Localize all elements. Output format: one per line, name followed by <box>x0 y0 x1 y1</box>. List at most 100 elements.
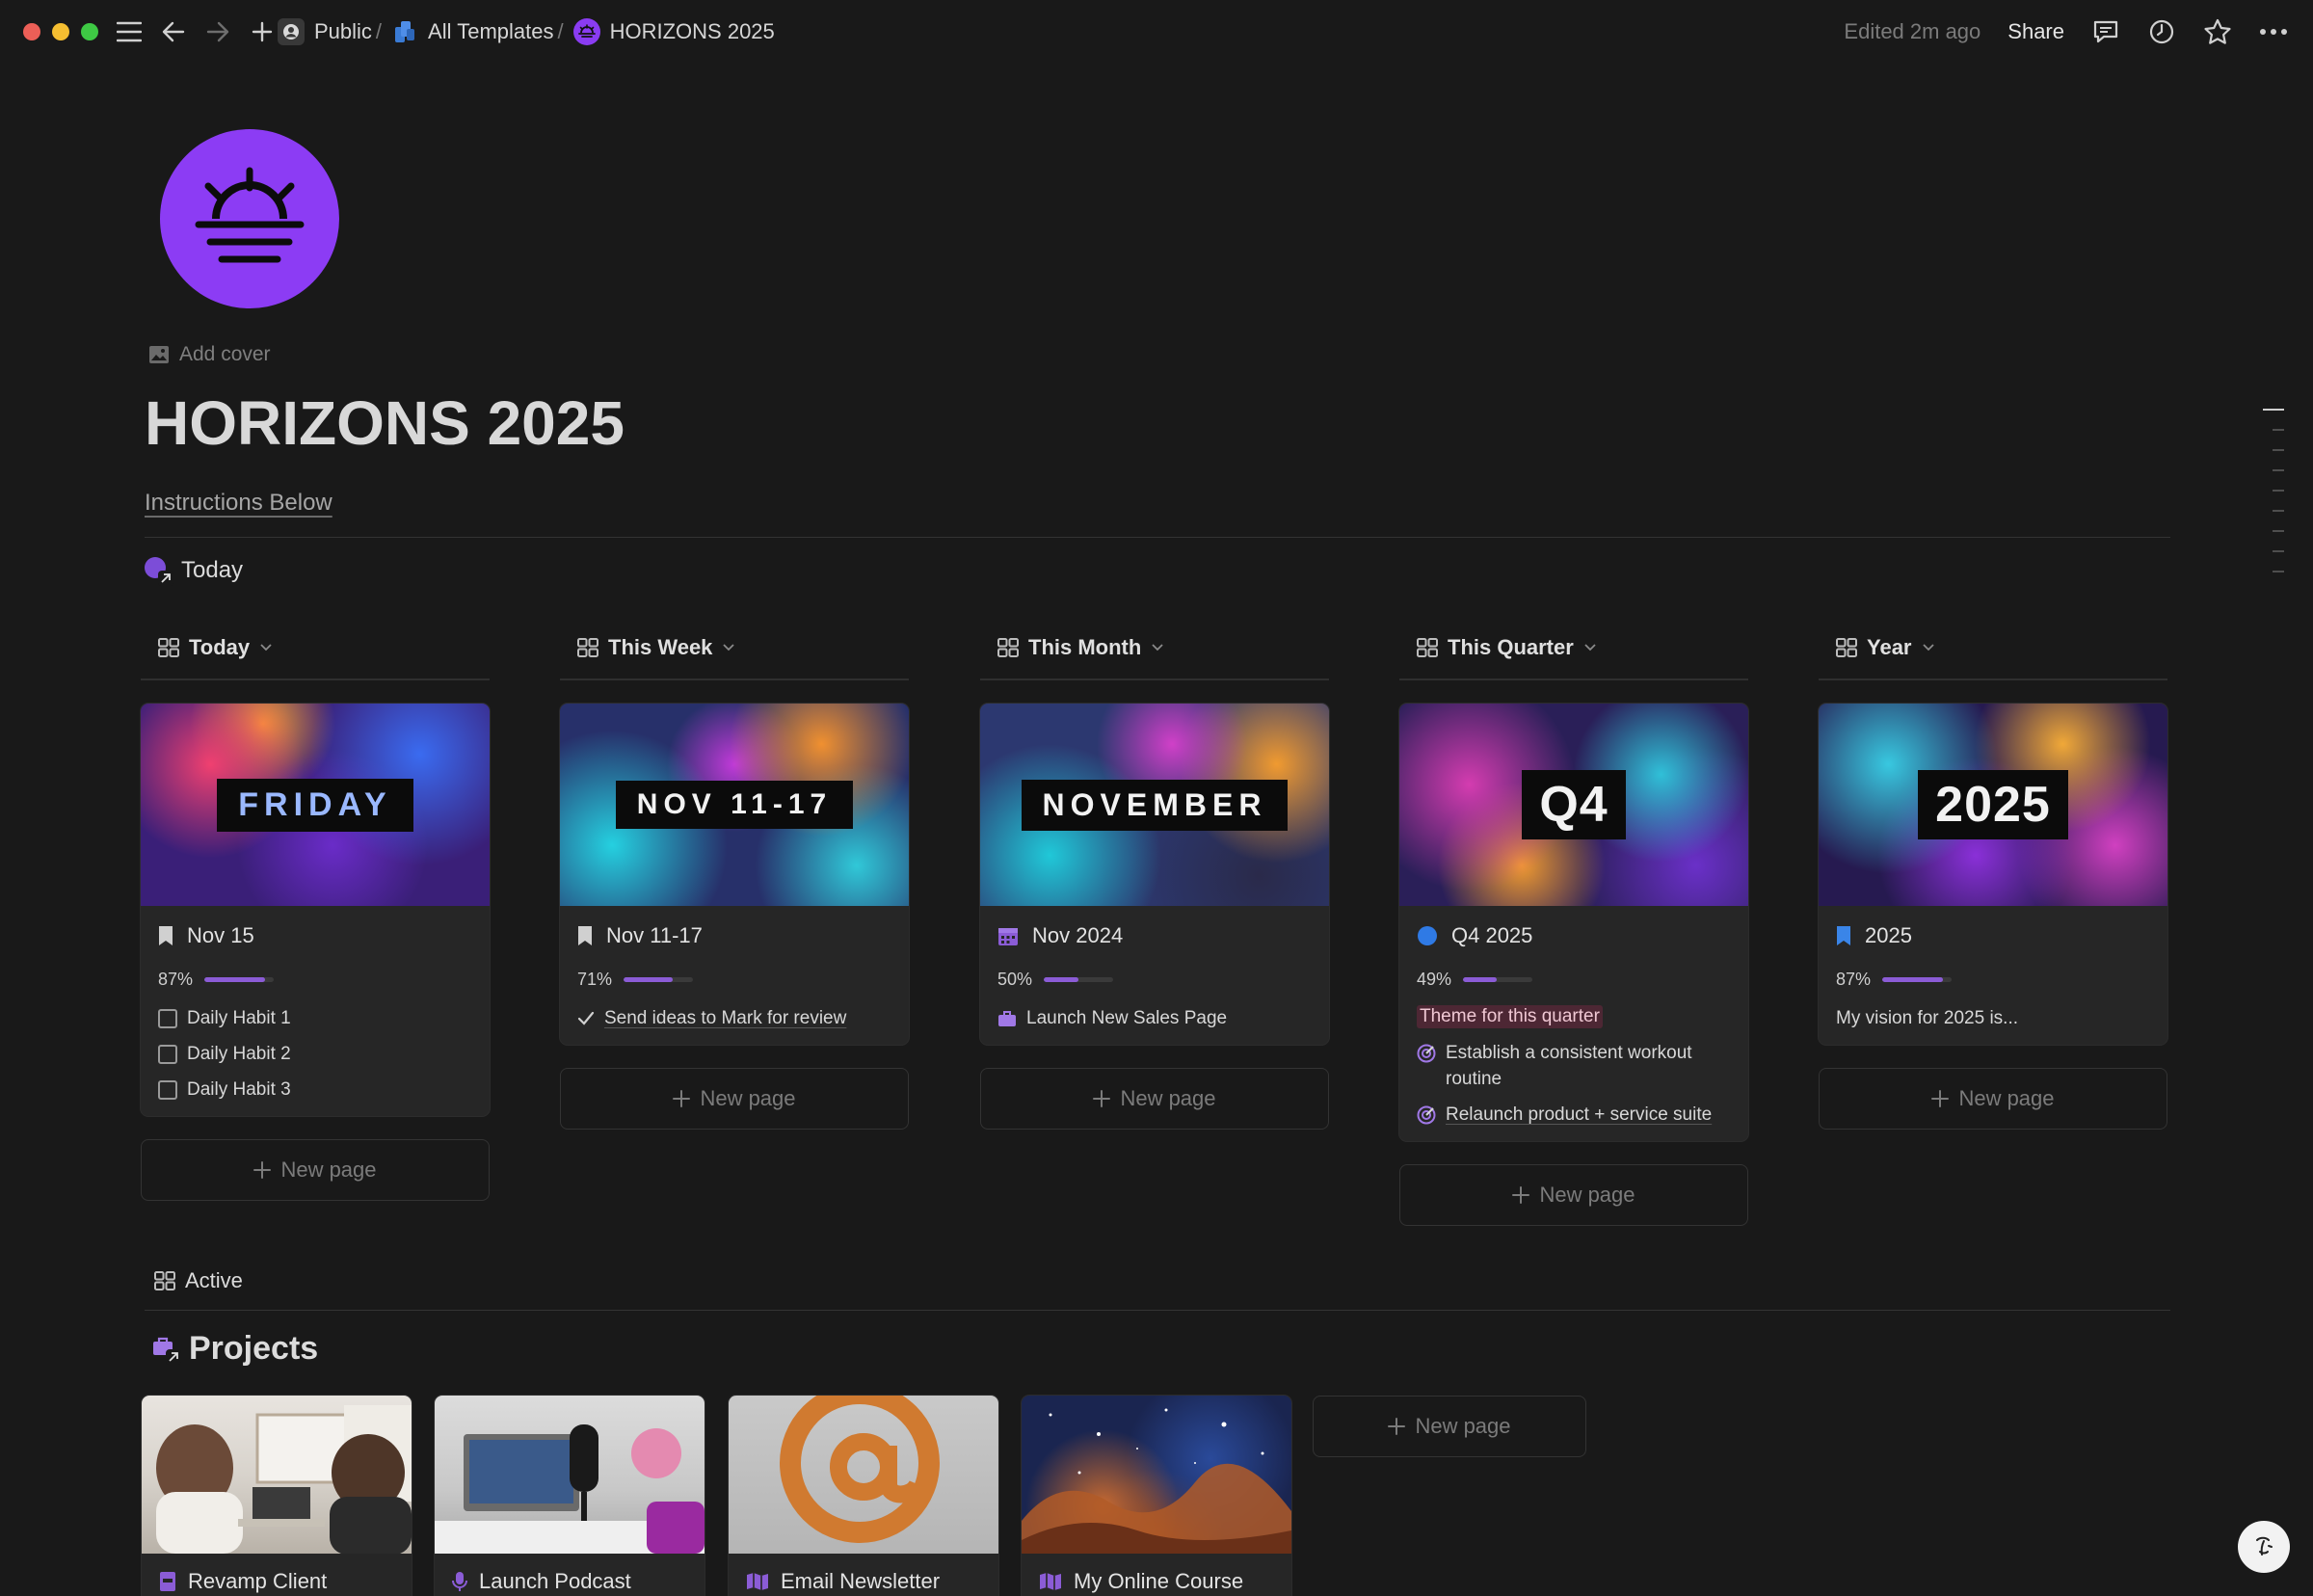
card-title-text: Nov 2024 <box>1032 923 1124 947</box>
progress-indicator: 50% <box>997 970 1312 990</box>
comments-button[interactable] <box>2091 17 2120 46</box>
view-tab-this-month[interactable]: This Month <box>980 626 1329 669</box>
toc-item[interactable] <box>2273 449 2284 451</box>
breadcrumb-current[interactable]: HORIZONS 2025 <box>572 18 775 45</box>
workspace-icon <box>278 18 305 45</box>
view-tab-year[interactable]: Year <box>1819 626 2167 669</box>
toc-item[interactable] <box>2273 469 2284 471</box>
toc-item[interactable] <box>2273 571 2284 572</box>
forward-button[interactable] <box>202 15 233 48</box>
new-page-label: New page <box>1415 1414 1511 1438</box>
habit-item[interactable]: Daily Habit 1 <box>158 1005 472 1031</box>
project-card[interactable]: Email Newsletter <box>729 1396 998 1596</box>
cover-banner-text: 2025 <box>1918 770 2068 839</box>
card-cover-image: NOVEMBER <box>980 704 1329 906</box>
view-tab-today[interactable]: Today <box>141 626 490 669</box>
toc-item[interactable] <box>2273 550 2284 552</box>
goal-item[interactable]: Establish a consistent workout routine <box>1417 1040 1731 1092</box>
checkbox[interactable] <box>158 1079 177 1100</box>
task-label: Send ideas to Mark for review <box>604 1008 847 1028</box>
today-linked-database[interactable]: Today <box>145 557 243 586</box>
projects-database-title[interactable]: Projects <box>152 1330 318 1368</box>
breadcrumb-public[interactable]: Public <box>278 18 372 45</box>
sunrise-icon <box>572 18 600 45</box>
new-page-button[interactable]: New page <box>1399 1164 1748 1226</box>
project-card[interactable]: My Online Course <box>1022 1396 1291 1596</box>
new-page-button[interactable] <box>247 15 278 48</box>
plus-icon <box>1512 1186 1530 1204</box>
view-tab-active[interactable]: Active <box>154 1268 243 1293</box>
sidebar-toggle-button[interactable] <box>114 15 145 48</box>
top-bar: Public / All Templates / HORIZONS 2025 E… <box>0 0 2313 64</box>
close-window-button[interactable] <box>23 23 40 40</box>
back-button[interactable] <box>158 15 189 48</box>
cover-banner-text: NOV 11-17 <box>615 781 854 829</box>
toc-item[interactable] <box>2263 409 2284 411</box>
column-divider <box>1819 678 2167 680</box>
cover-banner-text: Q4 <box>1522 770 1626 839</box>
card-title: Nov 11-17 <box>577 923 891 948</box>
history-button[interactable] <box>2147 17 2176 46</box>
projects-title-label: Projects <box>189 1330 319 1367</box>
gallery-card[interactable]: 2025 2025 87% My vision for 2025 is... <box>1819 704 2167 1045</box>
habit-item[interactable]: Daily Habit 2 <box>158 1041 472 1067</box>
card-cover-image: FRIDAY <box>141 704 490 906</box>
progress-bar <box>1463 977 1533 982</box>
page-title[interactable]: HORIZONS 2025 <box>145 387 625 459</box>
card-title: Nov 15 <box>158 923 472 948</box>
new-page-button[interactable]: New page <box>1313 1396 1586 1457</box>
project-title: Email Newsletter <box>729 1554 998 1596</box>
progress-label: 49% <box>1417 970 1452 989</box>
gallery-card[interactable]: Q4 Q4 2025 49% Theme for this quarter Es… <box>1399 704 1748 1141</box>
table-of-contents[interactable] <box>2263 409 2284 591</box>
checkbox[interactable] <box>158 1008 177 1028</box>
gallery-card[interactable]: NOV 11-17 Nov 11-17 71% Send ideas to Ma… <box>560 704 909 1045</box>
project-card[interactable]: Revamp Client <box>142 1396 412 1596</box>
arrow-left-icon <box>162 21 185 42</box>
view-tab-label: This Quarter <box>1448 635 1574 659</box>
more-options-button[interactable] <box>2259 17 2288 46</box>
toc-item[interactable] <box>2273 490 2284 492</box>
breadcrumb: Public / All Templates / HORIZONS 2025 <box>278 15 775 48</box>
gallery-card[interactable]: FRIDAY Nov 15 87% Daily Habit 1 Daily Ha… <box>141 704 490 1116</box>
page-icon[interactable] <box>160 129 339 308</box>
notion-ai-button[interactable] <box>2238 1521 2290 1573</box>
card-cover-image: Q4 <box>1399 704 1748 906</box>
progress-indicator: 87% <box>1836 970 2150 990</box>
share-button[interactable]: Share <box>2007 19 2064 44</box>
gallery-view-icon <box>154 1271 175 1290</box>
new-page-button[interactable]: New page <box>980 1068 1329 1130</box>
project-title-text: My Online Course <box>1074 1569 1244 1593</box>
briefcase-icon <box>998 1010 1016 1026</box>
add-cover-button[interactable]: Add cover <box>148 343 271 366</box>
window-controls <box>23 23 98 40</box>
hamburger-icon <box>117 21 142 42</box>
vision-text: My vision for 2025 is... <box>1836 1005 2150 1031</box>
board-column-this-month: This Month NOVEMBER Nov 2024 50% Launch … <box>980 626 1329 1130</box>
new-page-button[interactable]: New page <box>560 1068 909 1130</box>
toc-item[interactable] <box>2273 530 2284 532</box>
new-page-button[interactable]: New page <box>141 1139 490 1201</box>
view-tab-this-week[interactable]: This Week <box>560 626 909 669</box>
project-item[interactable]: Launch New Sales Page <box>997 1005 1312 1031</box>
breadcrumb-templates[interactable]: All Templates <box>391 18 553 45</box>
progress-bar <box>1044 977 1114 982</box>
instructions-link[interactable]: Instructions Below <box>145 490 332 517</box>
chevron-down-icon <box>260 644 272 652</box>
gallery-card[interactable]: NOVEMBER Nov 2024 50% Launch New Sales P… <box>980 704 1329 1045</box>
task-item[interactable]: Send ideas to Mark for review <box>577 1005 891 1031</box>
goal-item[interactable]: Relaunch product + service suite <box>1417 1102 1731 1128</box>
habit-item[interactable]: Daily Habit 3 <box>158 1077 472 1103</box>
blue-circle-icon <box>1418 926 1437 945</box>
checkbox[interactable] <box>158 1044 177 1064</box>
new-page-button[interactable]: New page <box>1819 1068 2167 1130</box>
maximize-window-button[interactable] <box>81 23 98 40</box>
plus-icon <box>253 1161 272 1179</box>
favorite-button[interactable] <box>2203 17 2232 46</box>
view-tab-this-quarter[interactable]: This Quarter <box>1399 626 1748 669</box>
toc-item[interactable] <box>2273 429 2284 431</box>
minimize-window-button[interactable] <box>52 23 69 40</box>
toc-item[interactable] <box>2273 510 2284 512</box>
project-card[interactable]: Launch Podcast <box>435 1396 705 1596</box>
chevron-down-icon <box>1584 644 1596 652</box>
